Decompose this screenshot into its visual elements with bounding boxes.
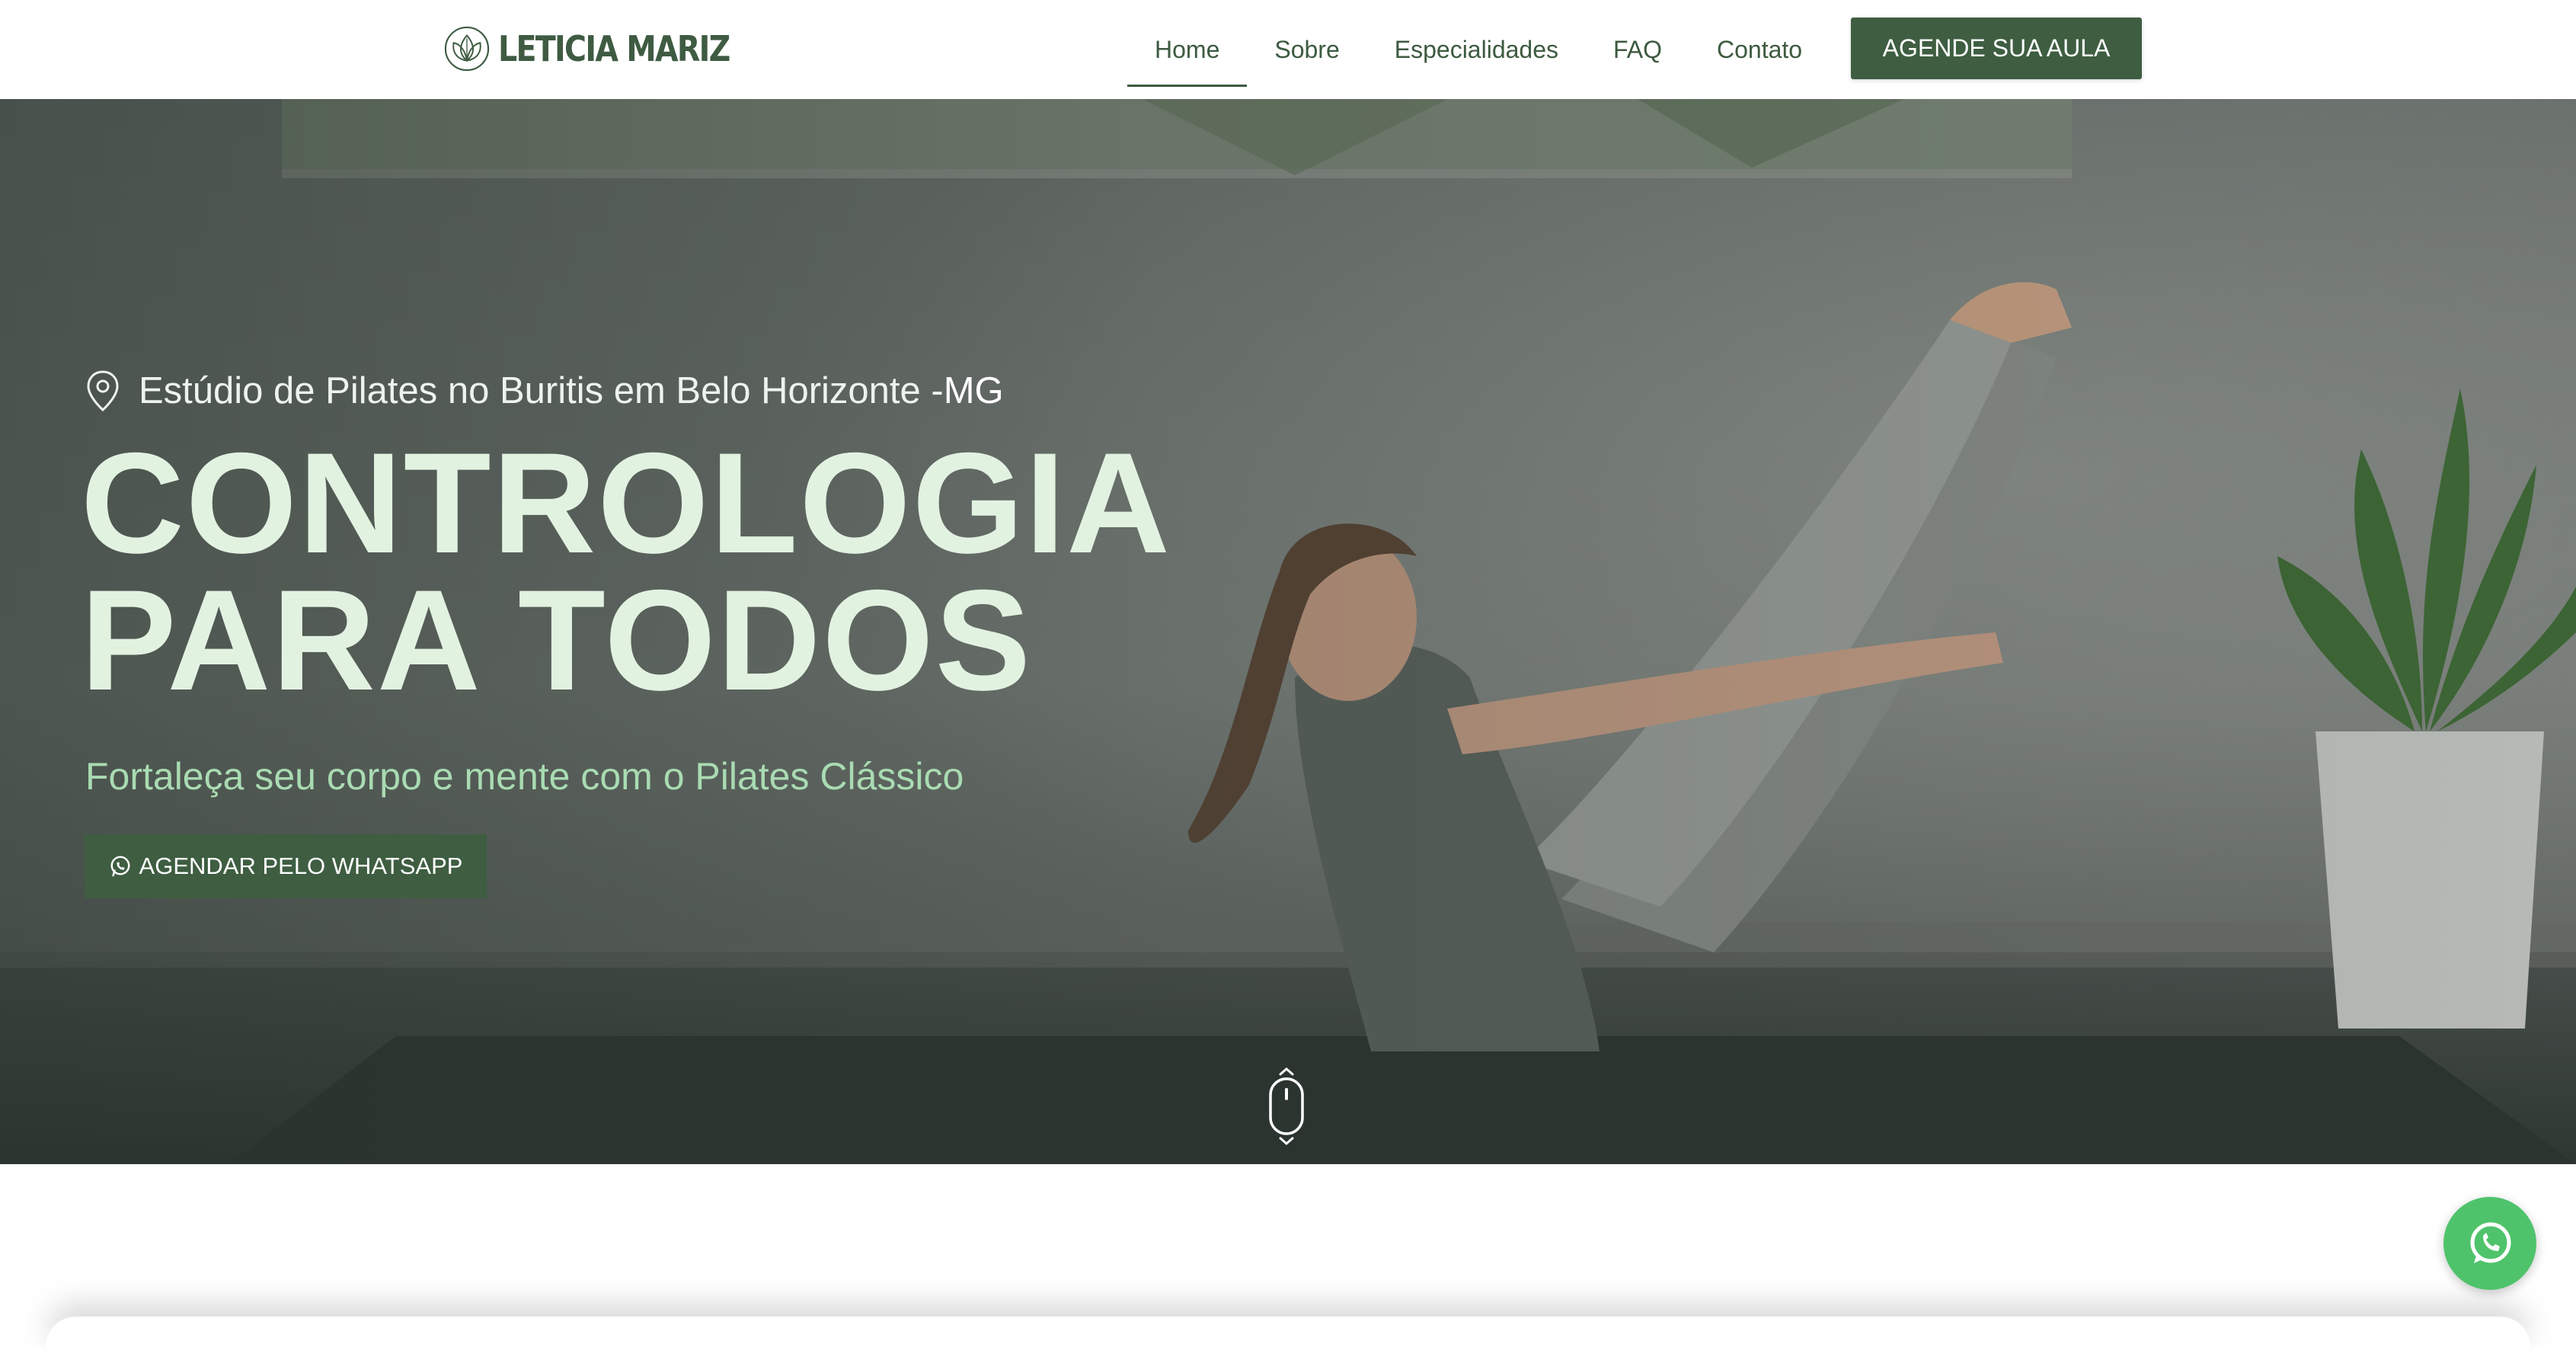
schedule-class-button[interactable]: AGENDE SUA AULA (1851, 18, 2142, 79)
location-text: Estúdio de Pilates no Buritis em Belo Ho… (139, 370, 944, 411)
logo[interactable]: LETICIA MARIZ (443, 23, 767, 75)
hero-section: Estúdio de Pilates no Buritis em Belo Ho… (0, 99, 2576, 1164)
hero-title-line2: PARA TODOS (81, 560, 1033, 720)
next-section-card (46, 1317, 2530, 1347)
nav-contato[interactable]: Contato (1717, 36, 1802, 64)
site-header: LETICIA MARIZ Home Sobre Especialidades … (0, 0, 2576, 99)
lotus-flower-icon (444, 26, 490, 72)
whatsapp-float-button[interactable] (2443, 1197, 2536, 1290)
whatsapp-icon (2470, 1222, 2511, 1263)
main-nav: Home Sobre Especialidades FAQ Contato (1127, 17, 1830, 87)
nav-home[interactable]: Home (1127, 36, 1248, 87)
logo-text: LETICIA MARIZ (498, 28, 730, 69)
mouse-scroll-icon[interactable] (1267, 1067, 1306, 1146)
map-pin-icon (87, 370, 119, 412)
whatsapp-icon (110, 856, 130, 877)
nav-especialidades[interactable]: Especialidades (1395, 36, 1558, 64)
hero-title-line1: CONTROLOGIA (81, 423, 1171, 583)
whatsapp-schedule-label: AGENDAR PELO WHATSAPP (139, 853, 463, 879)
hero-subtitle: Fortaleça seu corpo e mente com o Pilate… (85, 755, 964, 798)
whatsapp-schedule-button[interactable]: AGENDAR PELO WHATSAPP (85, 834, 487, 898)
location-line: Estúdio de Pilates no Buritis em Belo Ho… (85, 370, 1004, 412)
nav-faq[interactable]: FAQ (1613, 36, 1662, 64)
nav-sobre[interactable]: Sobre (1274, 36, 1339, 64)
location-state: MG (943, 370, 1004, 411)
hero-title: CONTROLOGIA PARA TODOS (81, 431, 1171, 712)
